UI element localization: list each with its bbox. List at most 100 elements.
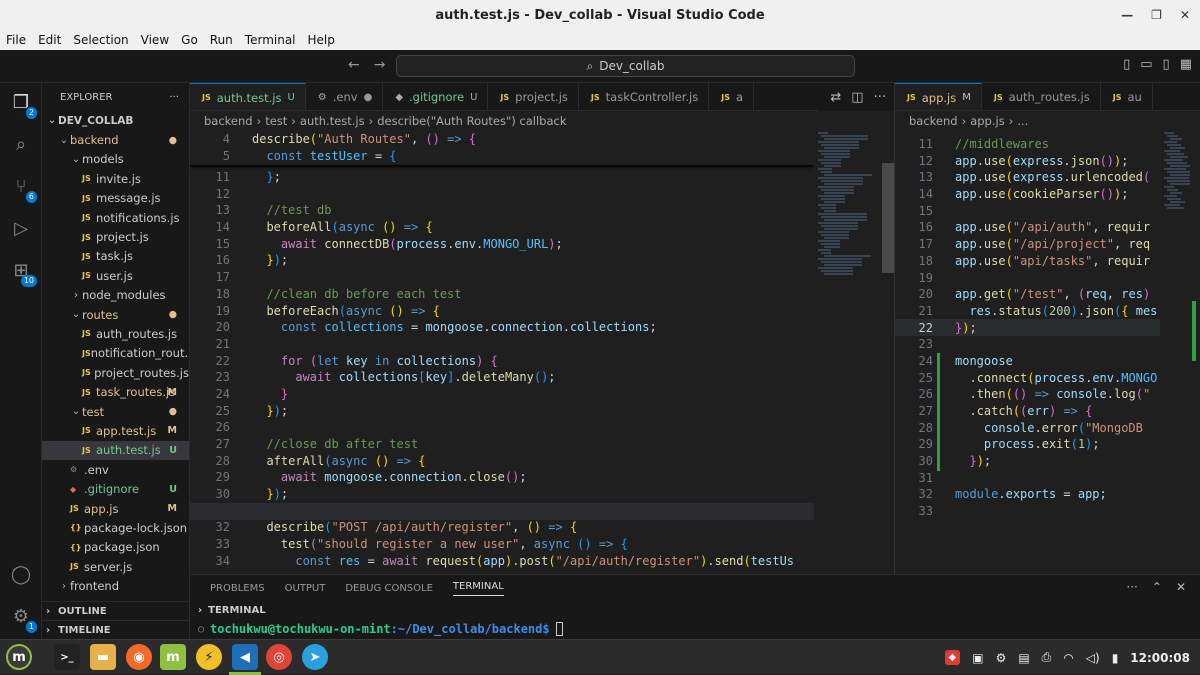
more-icon[interactable]: ··· (1126, 580, 1137, 594)
left-scrollbar[interactable] (882, 131, 894, 574)
menu-selection[interactable]: Selection (67, 33, 134, 47)
maximize-panel-icon[interactable]: ⌃ (1152, 580, 1162, 594)
more-actions-icon[interactable]: ··· (169, 92, 179, 103)
code-line[interactable]: console.error("MongoDB (955, 420, 1157, 437)
compare-icon[interactable]: ⇄ (830, 90, 841, 105)
file-app-test-js[interactable]: JS app.test.js M (42, 421, 189, 440)
toggle-sidebar-icon[interactable]: ▯ (1123, 57, 1130, 72)
file-project-js[interactable]: JS project.js (42, 227, 189, 246)
code-line[interactable] (955, 336, 1157, 353)
printer-icon[interactable]: ⎙ (1042, 650, 1052, 665)
workspace-root[interactable]: ⌄ DEV_COLLAB (42, 111, 189, 130)
code-line[interactable]: test("should register a new user", async… (252, 536, 794, 553)
file-message-js[interactable]: JS message.js (42, 189, 189, 208)
code-line[interactable]: await collections[key].deleteMany(); (252, 369, 794, 386)
close-icon[interactable]: ✕ (1180, 8, 1190, 22)
file-package-json[interactable]: {} package.json (42, 538, 189, 557)
menu-view[interactable]: View (135, 33, 175, 47)
folder-backend[interactable]: ⌄ backend ● (42, 130, 189, 149)
code-line[interactable]: //clean db before each test (252, 286, 794, 303)
firefox-app-icon[interactable]: ◉ (126, 644, 152, 670)
breadcrumb-item[interactable]: describe("Auth Routes") callback (377, 114, 566, 128)
code-line[interactable]: }); (955, 453, 1157, 470)
customize-layout-icon[interactable]: ▦ (1180, 57, 1192, 72)
more-icon[interactable]: ··· (874, 90, 886, 105)
code-line[interactable]: .catch((err) => { (955, 403, 1157, 420)
run-debug-icon[interactable]: ▷ (9, 217, 33, 241)
menu-file[interactable]: File (0, 33, 32, 47)
terminal-prompt-line[interactable]: ○ tochukwu@tochukwu-on-mint:~/Dev_collab… (190, 619, 1200, 639)
left-scrollbar-thumb[interactable] (882, 163, 894, 273)
vscode-app-icon[interactable]: ◀ (232, 644, 258, 670)
search-view-icon[interactable]: ⌕ (9, 133, 33, 157)
tab-app-js[interactable]: JS app.js M (895, 83, 982, 110)
file-invite-js[interactable]: JS invite.js (42, 169, 189, 188)
file-task-routes-js[interactable]: JS task_routes.js M (42, 382, 189, 401)
code-line[interactable]: app.use("/api/auth", requir (955, 219, 1157, 236)
folder-test[interactable]: ⌄ test ● (42, 402, 189, 421)
tab-au[interactable]: JS au (1101, 83, 1153, 110)
command-center-search[interactable]: ⌕ Dev_collab (396, 55, 855, 77)
mint-update-icon[interactable]: m (160, 644, 186, 670)
file-project-routes-js[interactable]: JS project_routes.js (42, 363, 189, 382)
code-line[interactable]: //test db (252, 202, 794, 219)
code-line[interactable]: describe("Auth Routes", () => { (252, 131, 476, 148)
code-line[interactable] (252, 336, 794, 353)
code-line[interactable] (955, 470, 1157, 487)
folder-models[interactable]: ⌄ models (42, 150, 189, 169)
terminal-app-icon[interactable]: >_ (54, 644, 80, 670)
right-code-editor[interactable]: 11 12 13 14 15 16 17 18 19 20 21 22 23 24 25 26 27 28 29 30… (895, 131, 1160, 574)
code-line[interactable]: res.status(200).json({ mes (955, 303, 1157, 320)
folder-node-modules[interactable]: › node_modules (42, 286, 189, 305)
left-code-editor[interactable]: 4 5 describe("Auth Routes", () => { const… (190, 131, 814, 574)
breadcrumb-item[interactable]: ... (1017, 114, 1028, 128)
wifi-icon[interactable]: ◠ (1063, 651, 1073, 665)
anydesk-icon[interactable]: ◆ (944, 650, 961, 665)
timeline-section[interactable]: › TIMELINE (42, 620, 189, 639)
menu-run[interactable]: Run (204, 33, 239, 47)
breadcrumb-item[interactable]: backend (204, 114, 253, 128)
code-line[interactable]: app.use(express.urlencoded( (955, 169, 1157, 186)
code-line[interactable]: //close db after test (252, 436, 794, 453)
account-icon[interactable]: ◯ (9, 563, 33, 587)
code-line[interactable]: //middlewares (955, 136, 1157, 153)
left-minimap[interactable] (814, 131, 882, 574)
code-line[interactable]: .then(() => console.log(" (955, 386, 1157, 403)
code-line[interactable]: app.get("/test", (req, res) (955, 286, 1157, 303)
tab-modified-mark[interactable]: U (287, 92, 294, 103)
menu-go[interactable]: Go (175, 33, 204, 47)
files-app-icon[interactable]: ▬ (90, 644, 116, 670)
minimize-icon[interactable]: — (1121, 8, 1133, 22)
network-status-icon[interactable]: ⚙ (996, 651, 1007, 665)
code-line[interactable]: }); (252, 252, 794, 269)
toggle-secondary-sidebar-icon[interactable]: ▯ (1163, 57, 1170, 72)
code-line[interactable]: } (252, 386, 794, 403)
tab-a[interactable]: JS a (709, 83, 755, 110)
file-auth-test-js[interactable]: JS auth.test.js U (42, 440, 189, 461)
outline-section[interactable]: › OUTLINE (42, 601, 189, 620)
telegram-app-icon[interactable]: ➤ (302, 644, 328, 670)
code-line[interactable]: await connectDB(process.env.MONGO_URL); (252, 236, 794, 253)
code-line[interactable]: mongoose (955, 353, 1157, 370)
code-line[interactable] (252, 186, 794, 203)
code-line[interactable]: const testUser = { (252, 148, 476, 165)
breadcrumb-item[interactable]: app.js (970, 114, 1005, 128)
mint-menu-icon[interactable]: m (6, 644, 32, 670)
code-line[interactable]: for (let key in collections) { (252, 353, 794, 370)
code-line[interactable]: const res = await request(app).post("/ap… (252, 553, 794, 570)
tab-gitignore[interactable]: ◆ .gitignore U (383, 83, 489, 110)
file-server-js[interactable]: JS server.js (42, 557, 189, 576)
code-line[interactable]: }); (955, 320, 1157, 337)
code-line[interactable] (955, 503, 1157, 520)
tab-modified-mark[interactable]: U (470, 92, 477, 103)
file-package-lock-json[interactable]: {} package-lock.json (42, 518, 189, 537)
tab-project-js[interactable]: JS project.js (488, 83, 579, 110)
code-line[interactable]: }); (252, 403, 794, 420)
code-line[interactable]: app.use(express.json()); (955, 153, 1157, 170)
code-line[interactable]: afterAll(async () => { (252, 453, 794, 470)
battery-icon[interactable]: ▮ (1112, 651, 1119, 665)
extensions-icon[interactable]: ⊞ 10 (9, 259, 37, 287)
breadcrumb-item[interactable]: auth.test.js (300, 114, 365, 128)
code-line[interactable]: app.use(cookieParser()); (955, 186, 1157, 203)
tab-auth-routes-js[interactable]: JS auth_routes.js (982, 83, 1101, 110)
